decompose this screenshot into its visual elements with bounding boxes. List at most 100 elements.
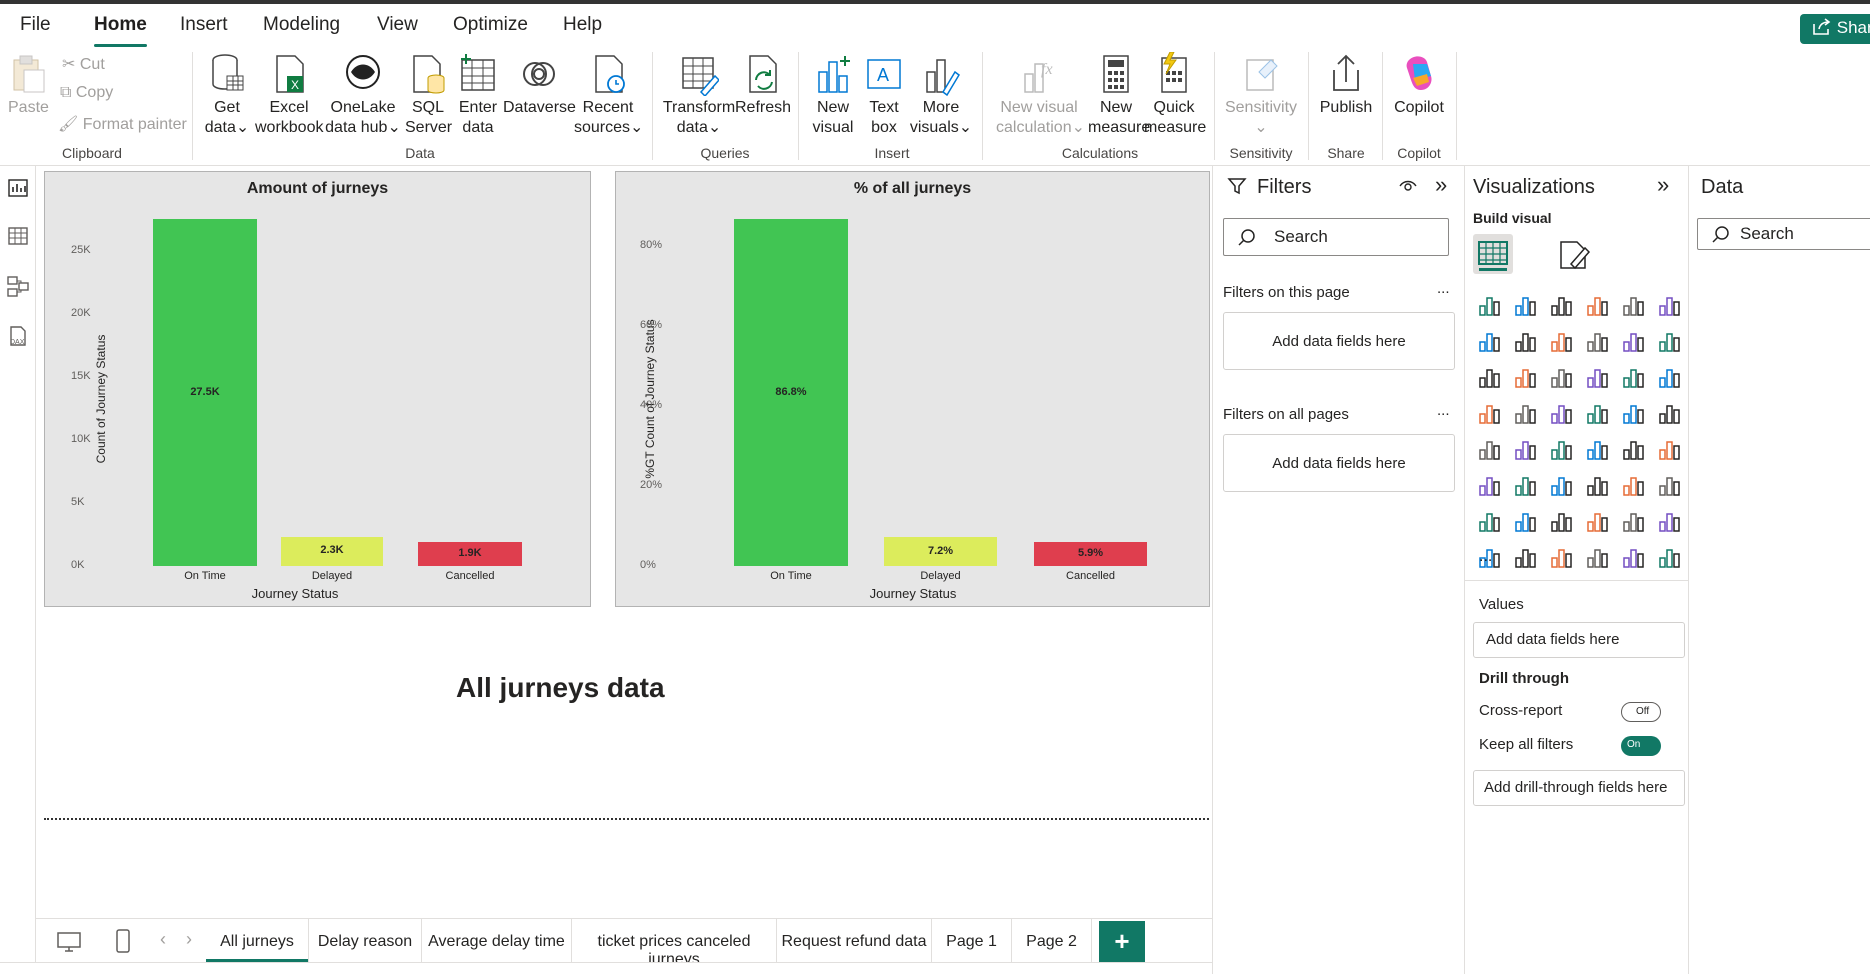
tab-page-1[interactable]: Page 1	[932, 919, 1012, 963]
table-view-icon[interactable]	[6, 224, 30, 248]
publish-button[interactable]: Publish	[1316, 52, 1376, 118]
format-visual-tab-icon[interactable]	[1557, 238, 1591, 272]
visual-type-icon[interactable]	[1549, 328, 1575, 354]
get-data-button[interactable]: Get data⌄	[204, 52, 250, 138]
visual-type-icon[interactable]	[1585, 508, 1611, 534]
more-options-icon[interactable]: ...	[1437, 280, 1450, 297]
visual-type-icon[interactable]	[1513, 328, 1539, 354]
canvas-heading[interactable]: All jurneys data	[456, 672, 665, 704]
filters-all-pages-dropzone[interactable]: Add data fields here	[1223, 434, 1455, 492]
eye-icon[interactable]	[1399, 178, 1417, 194]
collapse-filters-icon[interactable]: »	[1435, 172, 1447, 198]
visual-type-icon[interactable]	[1657, 544, 1683, 570]
new-visual-button[interactable]: New visual	[808, 52, 858, 138]
visual-type-icon[interactable]	[1549, 292, 1575, 318]
sensitivity-button[interactable]: Sensitivity ⌄	[1222, 52, 1300, 138]
menu-view[interactable]: View	[377, 14, 418, 36]
tab-page-2[interactable]: Page 2	[1012, 919, 1092, 963]
visual-type-icon[interactable]	[1513, 544, 1539, 570]
visual-type-icon[interactable]	[1585, 472, 1611, 498]
menu-help[interactable]: Help	[563, 14, 602, 36]
menu-modeling[interactable]: Modeling	[263, 14, 340, 36]
keep-all-filters-toggle[interactable]: On	[1621, 736, 1661, 756]
visual-type-icon[interactable]	[1621, 544, 1647, 570]
visual-type-icon[interactable]	[1549, 364, 1575, 390]
more-visuals-button[interactable]: More visuals⌄	[906, 52, 976, 138]
visual-type-icon[interactable]	[1477, 328, 1503, 354]
visual-type-icon[interactable]	[1549, 472, 1575, 498]
visual-type-icon[interactable]	[1585, 400, 1611, 426]
data-search-input[interactable]: Search	[1697, 218, 1870, 250]
tab-request-refund-data[interactable]: Request refund data	[777, 919, 932, 963]
values-dropzone[interactable]: Add data fields here	[1473, 622, 1685, 658]
visual-type-icon[interactable]	[1657, 328, 1683, 354]
transform-data-button[interactable]: Transform data⌄	[662, 52, 736, 138]
menu-home[interactable]: Home	[94, 14, 147, 47]
enter-data-button[interactable]: Enter data	[456, 52, 500, 138]
visual-type-icon[interactable]	[1477, 364, 1503, 390]
new-visual-calculation-button[interactable]: fx New visual calculation⌄	[996, 52, 1085, 138]
visual-type-icon[interactable]	[1621, 472, 1647, 498]
more-visuals-icon[interactable]: ...	[1479, 548, 1492, 566]
excel-workbook-button[interactable]: X Excel workbook	[255, 52, 323, 138]
chart-amount-of-jurneys[interactable]: Amount of jurneys Count of Journey Statu…	[44, 171, 591, 607]
text-box-button[interactable]: A Text box	[860, 52, 908, 138]
copilot-button[interactable]: Copilot	[1388, 52, 1450, 118]
visual-type-icon[interactable]	[1585, 364, 1611, 390]
visual-type-icon[interactable]	[1657, 400, 1683, 426]
visual-type-icon[interactable]	[1585, 292, 1611, 318]
visual-type-icon[interactable]	[1657, 364, 1683, 390]
dax-query-view-icon[interactable]: DAX	[6, 324, 30, 348]
format-painter-button[interactable]: 🖌 Format painter	[58, 114, 187, 134]
visual-type-icon[interactable]	[1513, 508, 1539, 534]
visual-type-icon[interactable]	[1549, 400, 1575, 426]
desktop-layout-icon[interactable]	[56, 931, 82, 953]
visual-type-icon[interactable]	[1549, 436, 1575, 462]
onelake-button[interactable]: OneLake data hub⌄	[325, 52, 401, 138]
visual-type-icon[interactable]	[1477, 472, 1503, 498]
copy-button[interactable]: ⧉ Copy	[60, 84, 113, 102]
more-options-icon[interactable]: ...	[1437, 402, 1450, 419]
tab-average-delay-time[interactable]: Average delay time	[422, 919, 572, 963]
visual-type-icon[interactable]	[1549, 508, 1575, 534]
visual-type-icon[interactable]	[1513, 472, 1539, 498]
menu-insert[interactable]: Insert	[180, 14, 228, 36]
visual-type-icon[interactable]	[1513, 436, 1539, 462]
tab-delay-reason[interactable]: Delay reason	[309, 919, 422, 963]
share-button[interactable]: Share	[1800, 14, 1870, 44]
refresh-button[interactable]: Refresh	[735, 52, 791, 118]
report-view-icon[interactable]	[6, 176, 30, 200]
sql-server-button[interactable]: SQL Server	[405, 52, 452, 138]
mobile-layout-icon[interactable]	[116, 929, 130, 953]
visual-type-icon[interactable]	[1621, 328, 1647, 354]
filters-search-input[interactable]: Search	[1223, 218, 1449, 256]
collapse-visualizations-icon[interactable]: »	[1657, 172, 1669, 198]
add-page-button[interactable]: +	[1099, 921, 1145, 963]
visual-type-icon[interactable]	[1477, 292, 1503, 318]
paste-button[interactable]: Paste	[8, 52, 49, 118]
tab-all-jurneys[interactable]: All jurneys	[206, 919, 309, 963]
visual-type-icon[interactable]	[1513, 364, 1539, 390]
chevron-left-icon[interactable]: ‹	[160, 929, 166, 950]
visual-type-icon[interactable]	[1657, 292, 1683, 318]
visual-type-icon[interactable]	[1585, 328, 1611, 354]
visual-type-icon[interactable]	[1549, 544, 1575, 570]
menu-optimize[interactable]: Optimize	[453, 14, 528, 36]
recent-sources-button[interactable]: Recent sources⌄	[574, 52, 643, 138]
visual-type-icon[interactable]	[1513, 400, 1539, 426]
chevron-right-icon[interactable]: ›	[186, 929, 192, 950]
dataverse-button[interactable]: Dataverse	[503, 52, 576, 118]
visual-type-icon[interactable]	[1621, 364, 1647, 390]
cut-button[interactable]: ✂ Cut	[62, 54, 105, 74]
tab-ticket-prices-canceled[interactable]: ticket prices canceled jurneys	[572, 919, 777, 968]
visual-type-icon[interactable]	[1513, 292, 1539, 318]
filters-page-dropzone[interactable]: Add data fields here	[1223, 312, 1455, 370]
drill-through-dropzone[interactable]: Add drill-through fields here	[1473, 770, 1685, 806]
chart-percent-of-all-jurneys[interactable]: % of all jurneys %GT Count of Journey St…	[615, 171, 1210, 607]
visual-type-icon[interactable]	[1621, 400, 1647, 426]
visual-type-icon[interactable]	[1657, 436, 1683, 462]
visual-type-icon[interactable]	[1621, 436, 1647, 462]
visual-type-icon[interactable]	[1657, 472, 1683, 498]
visual-type-icon[interactable]	[1585, 436, 1611, 462]
cross-report-toggle[interactable]: Off	[1621, 702, 1661, 722]
